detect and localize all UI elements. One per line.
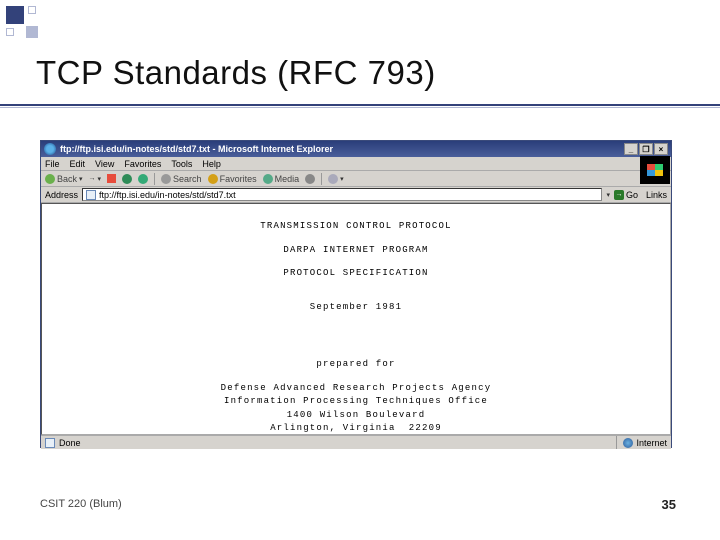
- slide-corner-decoration: [6, 6, 48, 48]
- minimize-button[interactable]: _: [624, 143, 638, 155]
- go-label: Go: [626, 190, 638, 200]
- favorites-button[interactable]: Favorites: [208, 174, 257, 184]
- menubar: File Edit View Favorites Tools Help: [41, 157, 671, 171]
- history-button[interactable]: [305, 174, 315, 184]
- close-button[interactable]: ×: [654, 143, 668, 155]
- back-button[interactable]: Back ▾: [45, 174, 83, 184]
- stop-button[interactable]: [107, 174, 116, 183]
- slide-title: TCP Standards (RFC 793): [36, 54, 436, 92]
- menu-edit[interactable]: Edit: [70, 159, 86, 169]
- menu-file[interactable]: File: [45, 159, 60, 169]
- slide-page-number: 35: [662, 497, 676, 512]
- zone-label: Internet: [636, 438, 667, 448]
- doc-line-9: Arlington, Virginia 22209: [50, 422, 662, 435]
- go-arrow-icon: →: [614, 190, 624, 200]
- toolbar-separator: [321, 173, 322, 185]
- doc-line-6: Defense Advanced Research Projects Agenc…: [50, 382, 662, 396]
- window-title: ftp://ftp.isi.edu/in-notes/std/std7.txt …: [60, 144, 624, 154]
- status-page-icon: [45, 438, 55, 448]
- address-value: ftp://ftp.isi.edu/in-notes/std/std7.txt: [99, 190, 236, 200]
- media-label: Media: [275, 174, 300, 184]
- doc-line-2: DARPA INTERNET PROGRAM: [50, 244, 662, 258]
- doc-line-5: prepared for: [50, 358, 662, 372]
- dropdown-icon: ▾: [340, 175, 344, 183]
- toolbar: Back ▾ → ▾ Search Favorites Media ▾: [41, 171, 671, 187]
- status-bar: Done Internet: [41, 435, 671, 449]
- title-underline-thin: [0, 107, 720, 108]
- go-button[interactable]: → Go: [614, 190, 638, 200]
- star-icon: [208, 174, 218, 184]
- menu-favorites[interactable]: Favorites: [124, 159, 161, 169]
- window-controls: _ ❐ ×: [624, 143, 668, 155]
- menu-help[interactable]: Help: [202, 159, 221, 169]
- address-bar: Address ftp://ftp.isi.edu/in-notes/std/s…: [41, 187, 671, 203]
- doc-line-8: 1400 Wilson Boulevard: [50, 409, 662, 423]
- menu-view[interactable]: View: [95, 159, 114, 169]
- search-button[interactable]: Search: [161, 174, 202, 184]
- title-underline: [0, 104, 720, 106]
- address-dropdown-icon[interactable]: ▾: [606, 191, 610, 199]
- slide-footer-left: CSIT 220 (Blum): [40, 498, 122, 510]
- search-icon: [161, 174, 171, 184]
- ie-throbber-logo: [640, 156, 670, 184]
- toolbar-separator: [154, 173, 155, 185]
- mail-button[interactable]: ▾: [328, 174, 344, 184]
- titlebar: ftp://ftp.isi.edu/in-notes/std/std7.txt …: [41, 141, 671, 157]
- mail-icon: [328, 174, 338, 184]
- home-button[interactable]: [138, 174, 148, 184]
- back-label: Back: [57, 174, 77, 184]
- media-icon: [263, 174, 273, 184]
- media-button[interactable]: Media: [263, 174, 300, 184]
- refresh-button[interactable]: [122, 174, 132, 184]
- doc-line-7: Information Processing Techniques Office: [50, 395, 662, 409]
- back-icon: [45, 174, 55, 184]
- address-input[interactable]: ftp://ftp.isi.edu/in-notes/std/std7.txt: [82, 188, 602, 201]
- globe-icon: [623, 438, 633, 448]
- search-label: Search: [173, 174, 202, 184]
- links-label[interactable]: Links: [646, 190, 667, 200]
- ie-icon: [44, 143, 56, 155]
- dropdown-icon: ▾: [79, 175, 83, 183]
- browser-window: ftp://ftp.isi.edu/in-notes/std/std7.txt …: [40, 140, 672, 448]
- maximize-button[interactable]: ❐: [639, 143, 653, 155]
- document-viewport[interactable]: TRANSMISSION CONTROL PROTOCOL DARPA INTE…: [41, 203, 671, 435]
- status-text: Done: [59, 438, 81, 448]
- address-label: Address: [45, 190, 78, 200]
- doc-line-4: September 1981: [50, 301, 662, 315]
- page-icon: [86, 190, 96, 200]
- forward-button[interactable]: → ▾: [89, 175, 102, 183]
- forward-arrow-icon: →: [89, 175, 96, 182]
- favorites-label: Favorites: [220, 174, 257, 184]
- security-zone: Internet: [616, 436, 667, 449]
- menu-tools[interactable]: Tools: [171, 159, 192, 169]
- dropdown-icon: ▾: [98, 175, 102, 183]
- doc-line-3: PROTOCOL SPECIFICATION: [50, 267, 662, 281]
- doc-line-1: TRANSMISSION CONTROL PROTOCOL: [50, 220, 662, 234]
